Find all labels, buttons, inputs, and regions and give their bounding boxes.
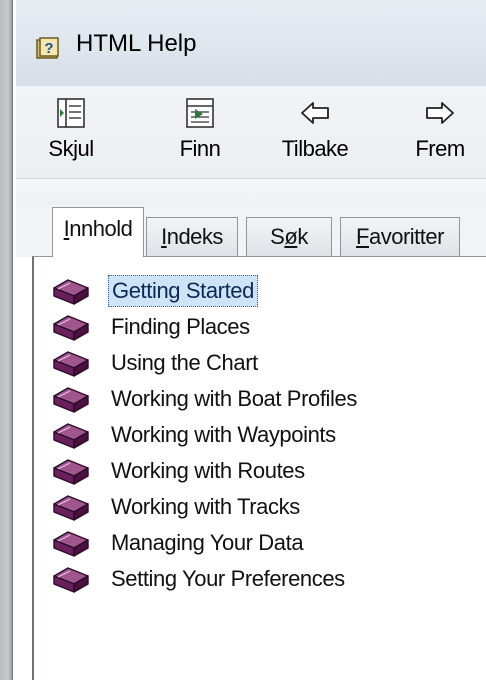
forward-arrow-icon: [426, 102, 454, 124]
forward-button-label: Frem: [415, 136, 465, 161]
toc-item-label: Getting Started: [108, 275, 258, 307]
toc-item-label: Managing Your Data: [111, 530, 304, 555]
toc-item-label: Working with Routes: [111, 458, 305, 483]
forward-button[interactable]: Frem: [402, 86, 478, 176]
locate-icon: [186, 98, 214, 128]
closed-book-icon: [53, 423, 89, 449]
toc-item-label: Setting Your Preferences: [111, 566, 345, 591]
toc-item-label: Working with Tracks: [111, 494, 300, 519]
closed-book-icon: [53, 387, 89, 413]
tab-index-label: ndeks: [166, 224, 224, 249]
closed-book-icon: [53, 315, 89, 341]
hide-button[interactable]: Skjul: [34, 86, 108, 176]
tab-favorites-label: avoritter: [368, 224, 444, 249]
svg-text:?: ?: [44, 40, 53, 57]
closed-book-icon: [53, 531, 89, 557]
navigation-pane-header: [16, 179, 486, 205]
tab-contents-label: nnhold: [69, 216, 133, 241]
tab-search-label-start: S: [270, 224, 285, 249]
back-arrow-icon: [301, 102, 329, 124]
closed-book-icon: [53, 567, 89, 593]
tab-search-accesskey: ø: [284, 224, 298, 249]
locate-button[interactable]: Finn: [162, 86, 238, 176]
back-button[interactable]: Tilbake: [266, 86, 364, 176]
closed-book-icon: [53, 279, 89, 305]
closed-book-icon: [53, 351, 89, 377]
tab-favorites-accesskey: F: [356, 224, 369, 249]
toc-item-label: Working with Boat Profiles: [111, 386, 357, 411]
contents-tree: Getting Started Finding Places Using the C…: [32, 256, 486, 680]
title-bar: ? HTML Help: [16, 0, 486, 86]
back-button-label: Tilbake: [281, 136, 349, 161]
toolbar: Skjul Finn Tilbake Frem: [16, 86, 486, 179]
toc-item-label: Using the Chart: [111, 350, 258, 375]
closed-book-icon: [53, 459, 89, 485]
help-book-icon: ?: [36, 37, 59, 59]
navigation-tabs: Innhold Indeks Søk Favoritter: [16, 205, 486, 257]
hide-icon: [57, 98, 85, 128]
tab-favorites[interactable]: Favoritter: [340, 217, 460, 257]
hide-button-label: Skjul: [48, 136, 94, 161]
toc-item-label: Working with Waypoints: [111, 422, 336, 447]
window-left-border: [0, 0, 16, 680]
tab-search-label-end: k: [297, 224, 308, 249]
tab-contents[interactable]: Innhold: [52, 207, 144, 257]
closed-book-icon: [53, 495, 89, 521]
toc-item-label: Finding Places: [111, 314, 250, 339]
tab-index[interactable]: Indeks: [146, 217, 238, 257]
locate-button-label: Finn: [179, 136, 221, 161]
tab-search[interactable]: Søk: [246, 217, 332, 257]
window-title: HTML Help: [76, 30, 197, 57]
